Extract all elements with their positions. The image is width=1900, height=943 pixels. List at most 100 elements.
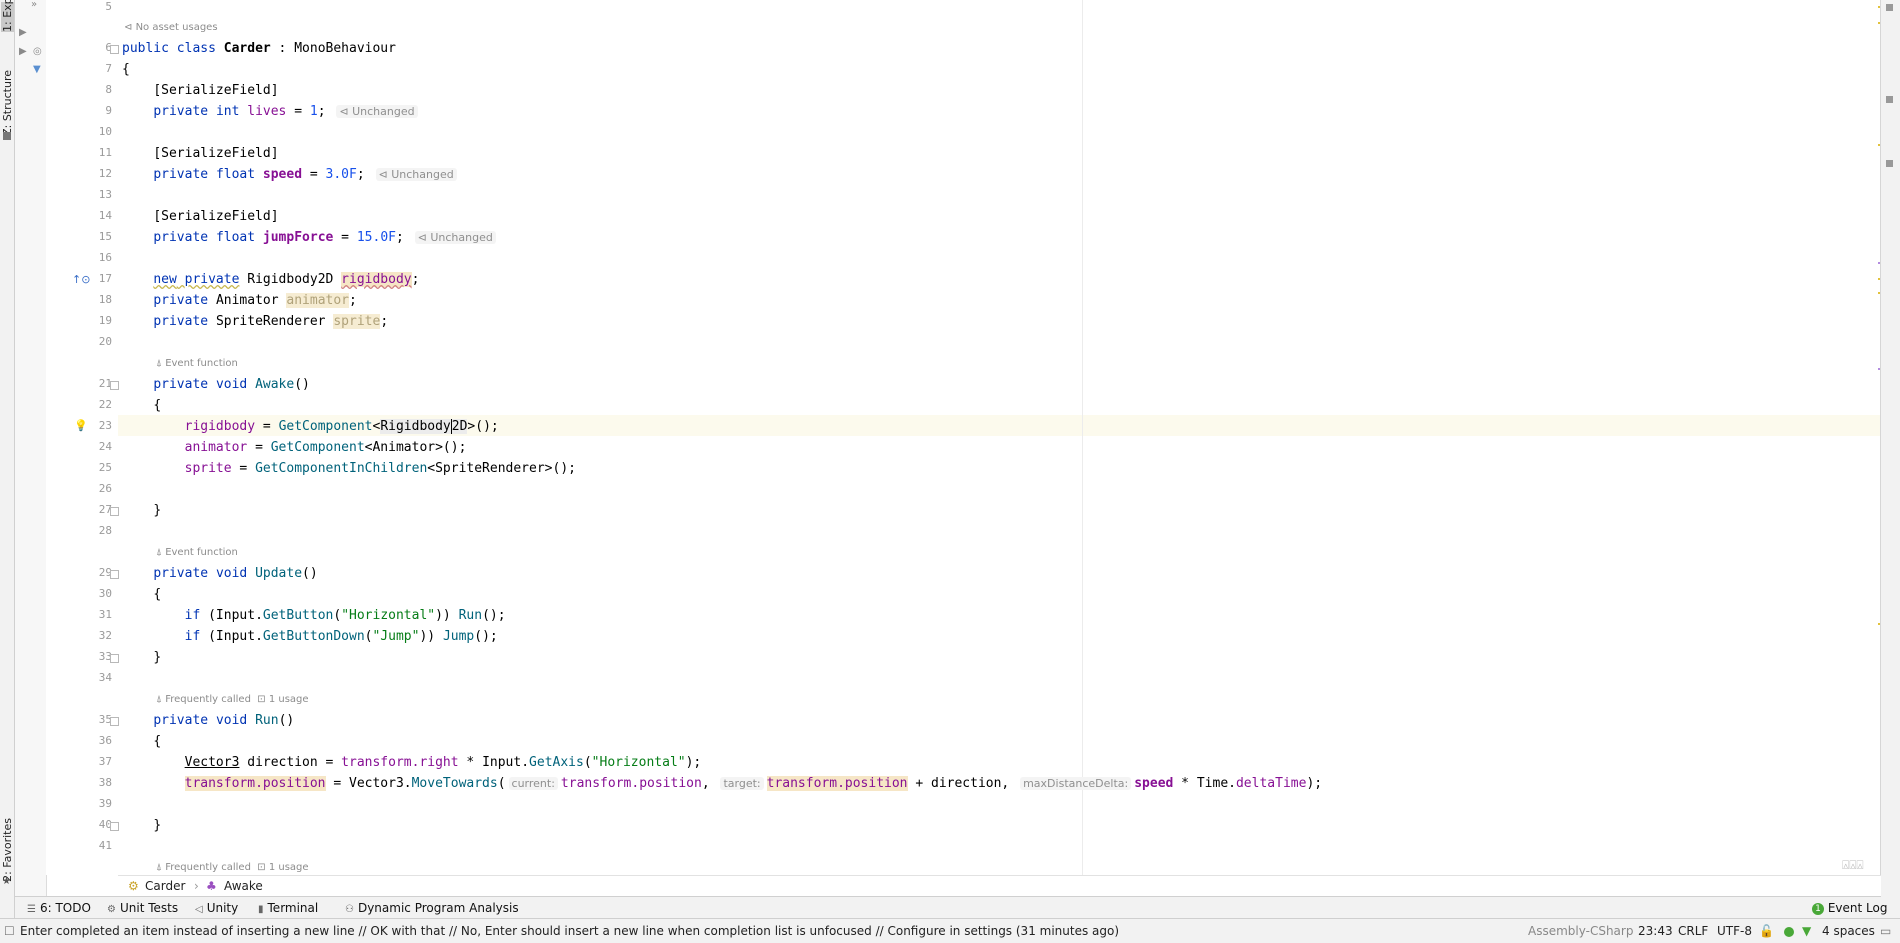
code-line[interactable]: private void Run() (122, 710, 294, 731)
code-line[interactable]: sprite = GetComponentInChildren<SpriteRe… (122, 458, 576, 479)
code-line[interactable]: rigidbody = GetComponent<Rigidbody2D>(); (122, 416, 499, 437)
expand-panel-icon[interactable]: » (31, 0, 37, 10)
token: , (701, 776, 710, 791)
token: [SerializeField] (153, 146, 279, 161)
lock-icon[interactable]: 🔓 (1759, 919, 1774, 943)
code-line[interactable]: if (Input.GetButton("Horizontal"));)) Ru… (122, 605, 506, 626)
code-line[interactable]: new private Rigidbody2D rigidbody; (122, 269, 419, 290)
code-line[interactable]: transform.position = Vector3.MoveTowards… (122, 773, 1322, 794)
token: speed (1134, 776, 1174, 791)
code-line[interactable]: [SerializeField] (122, 143, 279, 164)
code-line[interactable]: } (122, 500, 161, 521)
code-vision-hint[interactable]: ⊲ No asset usages (124, 22, 218, 33)
breadcrumb-class[interactable]: Carder (145, 876, 185, 897)
token: Carder (223, 41, 271, 56)
code-vision-hint[interactable]: ⍋ Frequently called ⊡ 1 usage (156, 862, 309, 873)
line-number: 25 (98, 461, 112, 474)
lightbulb-icon[interactable]: 💡 (74, 419, 88, 432)
line-number: 5 (105, 0, 112, 13)
code-line[interactable]: { (122, 59, 130, 80)
tab-event-log[interactable]: 1 Event Log (1812, 897, 1887, 919)
code-line[interactable]: private void Update() (122, 563, 317, 584)
line-separator[interactable]: CRLF (1678, 919, 1708, 943)
token: = (333, 230, 357, 245)
tab-label: 6: TODO (39, 901, 91, 915)
caret-position[interactable]: 23:43 (1638, 919, 1673, 943)
token: private (184, 272, 240, 287)
usages-link[interactable]: 1 usage (269, 694, 309, 705)
token: "Horizontal" (591, 755, 686, 770)
token: < (427, 461, 436, 476)
solution-status-icon[interactable]: ▼ (1802, 919, 1811, 943)
tree-node-icon[interactable]: ▼ (33, 64, 41, 75)
unchanged-hint[interactable]: ⊲ Unchanged (336, 105, 418, 118)
code-line[interactable]: private SpriteRenderer sprite; (122, 311, 388, 332)
code-line[interactable]: { (122, 395, 161, 416)
token: >(); (467, 419, 499, 434)
editor-gutter[interactable]: 5 6 7 8 9 10 11 12 13 14 15 16 17 18 19 … (46, 0, 119, 875)
code-line[interactable]: } (122, 647, 161, 668)
code-line[interactable]: private float jumpForce = 15.0F; ⊲ Uncha… (122, 227, 499, 248)
hint-text: Frequently called (165, 862, 251, 873)
hint-text: Unchanged (430, 231, 493, 244)
code-vision-hint[interactable]: ⍋ Event function (156, 547, 238, 558)
assembly-indicator[interactable]: Assembly-CSharp (1528, 919, 1633, 943)
breadcrumb: ⚙ Carder › ♣ Awake (118, 875, 1881, 897)
code-line[interactable]: animator = GetComponent<Animator>(); (122, 437, 467, 458)
unity-explorer-icon[interactable] (1886, 96, 1893, 103)
token: >(); (544, 461, 576, 476)
code-line[interactable]: [SerializeField] (122, 206, 278, 227)
token: 1 (309, 104, 318, 119)
line-number: 30 (98, 587, 112, 600)
unity-explorer-icon[interactable] (1886, 160, 1893, 167)
status-message[interactable]: Enter completed an item instead of inser… (20, 919, 1510, 943)
tree-expand-arrow-icon[interactable]: ▶ (19, 27, 27, 38)
tree-expand-arrow-icon[interactable]: ▶ (19, 46, 27, 57)
project-tool-tab[interactable]: 1: Exp (1, 0, 14, 32)
line-number: 24 (98, 440, 112, 453)
breadcrumb-method[interactable]: Awake (224, 876, 263, 897)
token: void (215, 566, 248, 581)
code-editor[interactable]: ⊲ No asset usages public class Carder : … (118, 0, 1881, 875)
star-icon: ★ (2, 876, 11, 887)
line-number: 8 (105, 83, 112, 96)
code-line[interactable]: private Animator animator; (122, 290, 357, 311)
line-number: 28 (98, 524, 112, 537)
token: = (247, 440, 271, 455)
token: ); (1306, 776, 1323, 791)
tab-label: Event Log (1827, 901, 1888, 915)
ai-assistant-icon[interactable]: ⍓⍓⍓ (1842, 858, 1864, 873)
unity-folder-icon[interactable]: ◎ (33, 46, 42, 57)
code-line[interactable]: [SerializeField] (122, 80, 278, 101)
code-line[interactable]: public class Carder : MonoBehaviour (122, 38, 396, 59)
memory-indicator-icon[interactable]: ▭ (1880, 919, 1891, 943)
code-line[interactable]: { (122, 584, 161, 605)
notification-icon[interactable]: ☐ (4, 919, 15, 943)
usages-link[interactable]: 1 usage (269, 862, 309, 873)
overrides-member-icon[interactable]: ↑⊙ (72, 273, 90, 286)
code-line[interactable]: { (122, 731, 161, 752)
code-line[interactable]: private void Awake() (122, 374, 310, 395)
hint-text: No asset usages (135, 22, 218, 33)
token: speed (262, 167, 303, 182)
line-number: 18 (98, 293, 112, 306)
code-vision-hint[interactable]: ⍋ Event function (156, 358, 238, 369)
favorites-tool-tab[interactable]: 2: Favorites (1, 818, 14, 882)
structure-tool-tab[interactable]: Z: Structure (1, 70, 14, 136)
code-line[interactable]: Vector3 direction = transform.right * In… (122, 752, 702, 773)
file-encoding[interactable]: UTF-8 (1717, 919, 1752, 943)
token: * Time. (1173, 776, 1236, 791)
unchanged-hint[interactable]: ⊲ Unchanged (375, 168, 457, 181)
token: GetComponentInChildren (255, 461, 428, 476)
token: float (215, 230, 256, 245)
inspections-ok-icon[interactable] (1784, 919, 1794, 943)
token: if (184, 629, 201, 644)
code-line[interactable]: } (122, 815, 161, 836)
unchanged-hint[interactable]: ⊲ Unchanged (414, 231, 496, 244)
database-icon[interactable] (1886, 4, 1893, 11)
code-vision-hint[interactable]: ⍋ Frequently called ⊡ 1 usage (156, 694, 309, 705)
code-line[interactable]: if (Input.GetButtonDown("Jump")) Jump(); (122, 626, 498, 647)
indent-setting[interactable]: 4 spaces (1822, 919, 1875, 943)
code-line[interactable]: private int lives = 1; ⊲ Unchanged (122, 101, 421, 122)
code-line[interactable]: private float speed = 3.0F; ⊲ Unchanged (122, 164, 460, 185)
